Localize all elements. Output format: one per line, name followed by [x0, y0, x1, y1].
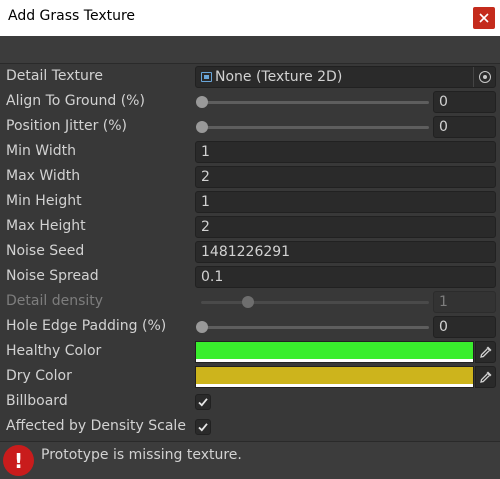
align-to-ground-value: 0 [439, 94, 448, 110]
help-message: Prototype is missing texture. [41, 447, 242, 463]
row-max-height: Max Height 2 [0, 215, 500, 240]
hole-edge-padding-label: Hole Edge Padding (%) [6, 318, 167, 334]
checkmark-icon [198, 398, 208, 407]
min-height-label: Min Height [6, 193, 82, 209]
error-icon-glyph: ! [13, 449, 24, 473]
row-affected-by-density-scale: Affected by Density Scale [0, 415, 500, 440]
row-noise-spread: Noise Spread 0.1 [0, 265, 500, 290]
eyedropper-icon [480, 346, 492, 358]
hole-edge-padding-input[interactable]: 0 [433, 316, 496, 338]
healthy-color-eyedropper-button[interactable] [475, 341, 496, 363]
align-to-ground-label: Align To Ground (%) [6, 93, 145, 109]
checkmark-icon [198, 423, 208, 432]
noise-seed-value: 1481226291 [201, 244, 291, 260]
toolbar-strip [0, 36, 500, 64]
noise-seed-label: Noise Seed [6, 243, 85, 259]
align-to-ground-slider-thumb[interactable] [196, 96, 208, 108]
dry-color-eyedropper-button[interactable] [475, 366, 496, 388]
dry-color-swatch [196, 367, 473, 384]
position-jitter-slider-thumb[interactable] [196, 121, 208, 133]
row-position-jitter: Position Jitter (%) 0 [0, 115, 500, 140]
affected-by-density-scale-label: Affected by Density Scale [6, 418, 186, 434]
max-width-value: 2 [201, 169, 210, 185]
row-min-width: Min Width 1 [0, 140, 500, 165]
close-button[interactable] [473, 7, 495, 29]
max-width-label: Max Width [6, 168, 81, 184]
detail-density-input: 1 [433, 291, 496, 313]
dry-color-label: Dry Color [6, 368, 72, 384]
row-noise-seed: Noise Seed 1481226291 [0, 240, 500, 265]
hole-edge-padding-slider[interactable] [201, 326, 429, 329]
row-healthy-color: Healthy Color [0, 340, 500, 365]
min-width-label: Min Width [6, 143, 76, 159]
healthy-color-field[interactable] [195, 341, 474, 363]
hole-edge-padding-value: 0 [439, 319, 448, 335]
align-to-ground-slider[interactable] [201, 101, 429, 104]
billboard-checkbox[interactable] [195, 394, 211, 410]
healthy-color-swatch [196, 342, 473, 359]
max-height-label: Max Height [6, 218, 86, 234]
help-box: ! Prototype is missing texture. [0, 441, 500, 479]
detail-texture-label: Detail Texture [6, 68, 103, 84]
dry-color-alpha-bar [196, 384, 473, 387]
detail-density-slider-thumb [241, 296, 254, 308]
noise-seed-input[interactable]: 1481226291 [195, 241, 496, 263]
close-icon [479, 13, 489, 23]
position-jitter-input[interactable]: 0 [433, 116, 496, 138]
row-max-width: Max Width 2 [0, 165, 500, 190]
window-title: Add Grass Texture [8, 8, 136, 24]
max-height-input[interactable]: 2 [195, 216, 496, 238]
min-height-input[interactable]: 1 [195, 191, 496, 213]
billboard-label: Billboard [6, 393, 68, 409]
max-width-input[interactable]: 2 [195, 166, 496, 188]
row-align-to-ground: Align To Ground (%) 0 [0, 90, 500, 115]
max-height-value: 2 [201, 219, 210, 235]
detail-texture-field[interactable]: None (Texture 2D) [195, 66, 496, 88]
detail-density-value: 1 [439, 294, 448, 310]
row-billboard: Billboard [0, 390, 500, 415]
row-min-height: Min Height 1 [0, 190, 500, 215]
min-width-input[interactable]: 1 [195, 141, 496, 163]
noise-spread-value: 0.1 [201, 269, 224, 285]
min-width-value: 1 [201, 144, 210, 160]
align-to-ground-input[interactable]: 0 [433, 91, 496, 113]
noise-spread-label: Noise Spread [6, 268, 99, 284]
dry-color-field[interactable] [195, 366, 474, 388]
healthy-color-alpha-bar [196, 359, 473, 362]
noise-spread-input[interactable]: 0.1 [195, 266, 496, 288]
row-dry-color: Dry Color [0, 365, 500, 390]
detail-density-label: Detail density [6, 293, 104, 309]
position-jitter-slider[interactable] [201, 126, 429, 129]
detail-texture-value: None (Texture 2D) [215, 69, 343, 85]
detail-density-slider [201, 301, 429, 304]
affected-by-density-scale-checkbox[interactable] [195, 419, 211, 435]
error-icon: ! [3, 445, 34, 476]
title-bar: Add Grass Texture [0, 0, 500, 36]
eyedropper-icon [480, 371, 492, 383]
hole-edge-padding-slider-thumb[interactable] [196, 321, 208, 333]
texture-icon [201, 72, 212, 82]
min-height-value: 1 [201, 194, 210, 210]
object-picker-icon[interactable] [473, 67, 495, 87]
row-hole-edge-padding: Hole Edge Padding (%) 0 [0, 315, 500, 340]
position-jitter-value: 0 [439, 119, 448, 135]
healthy-color-label: Healthy Color [6, 343, 102, 359]
row-detail-texture: Detail Texture None (Texture 2D) [0, 65, 500, 90]
position-jitter-label: Position Jitter (%) [6, 118, 128, 134]
row-detail-density: Detail density 1 [0, 290, 500, 315]
